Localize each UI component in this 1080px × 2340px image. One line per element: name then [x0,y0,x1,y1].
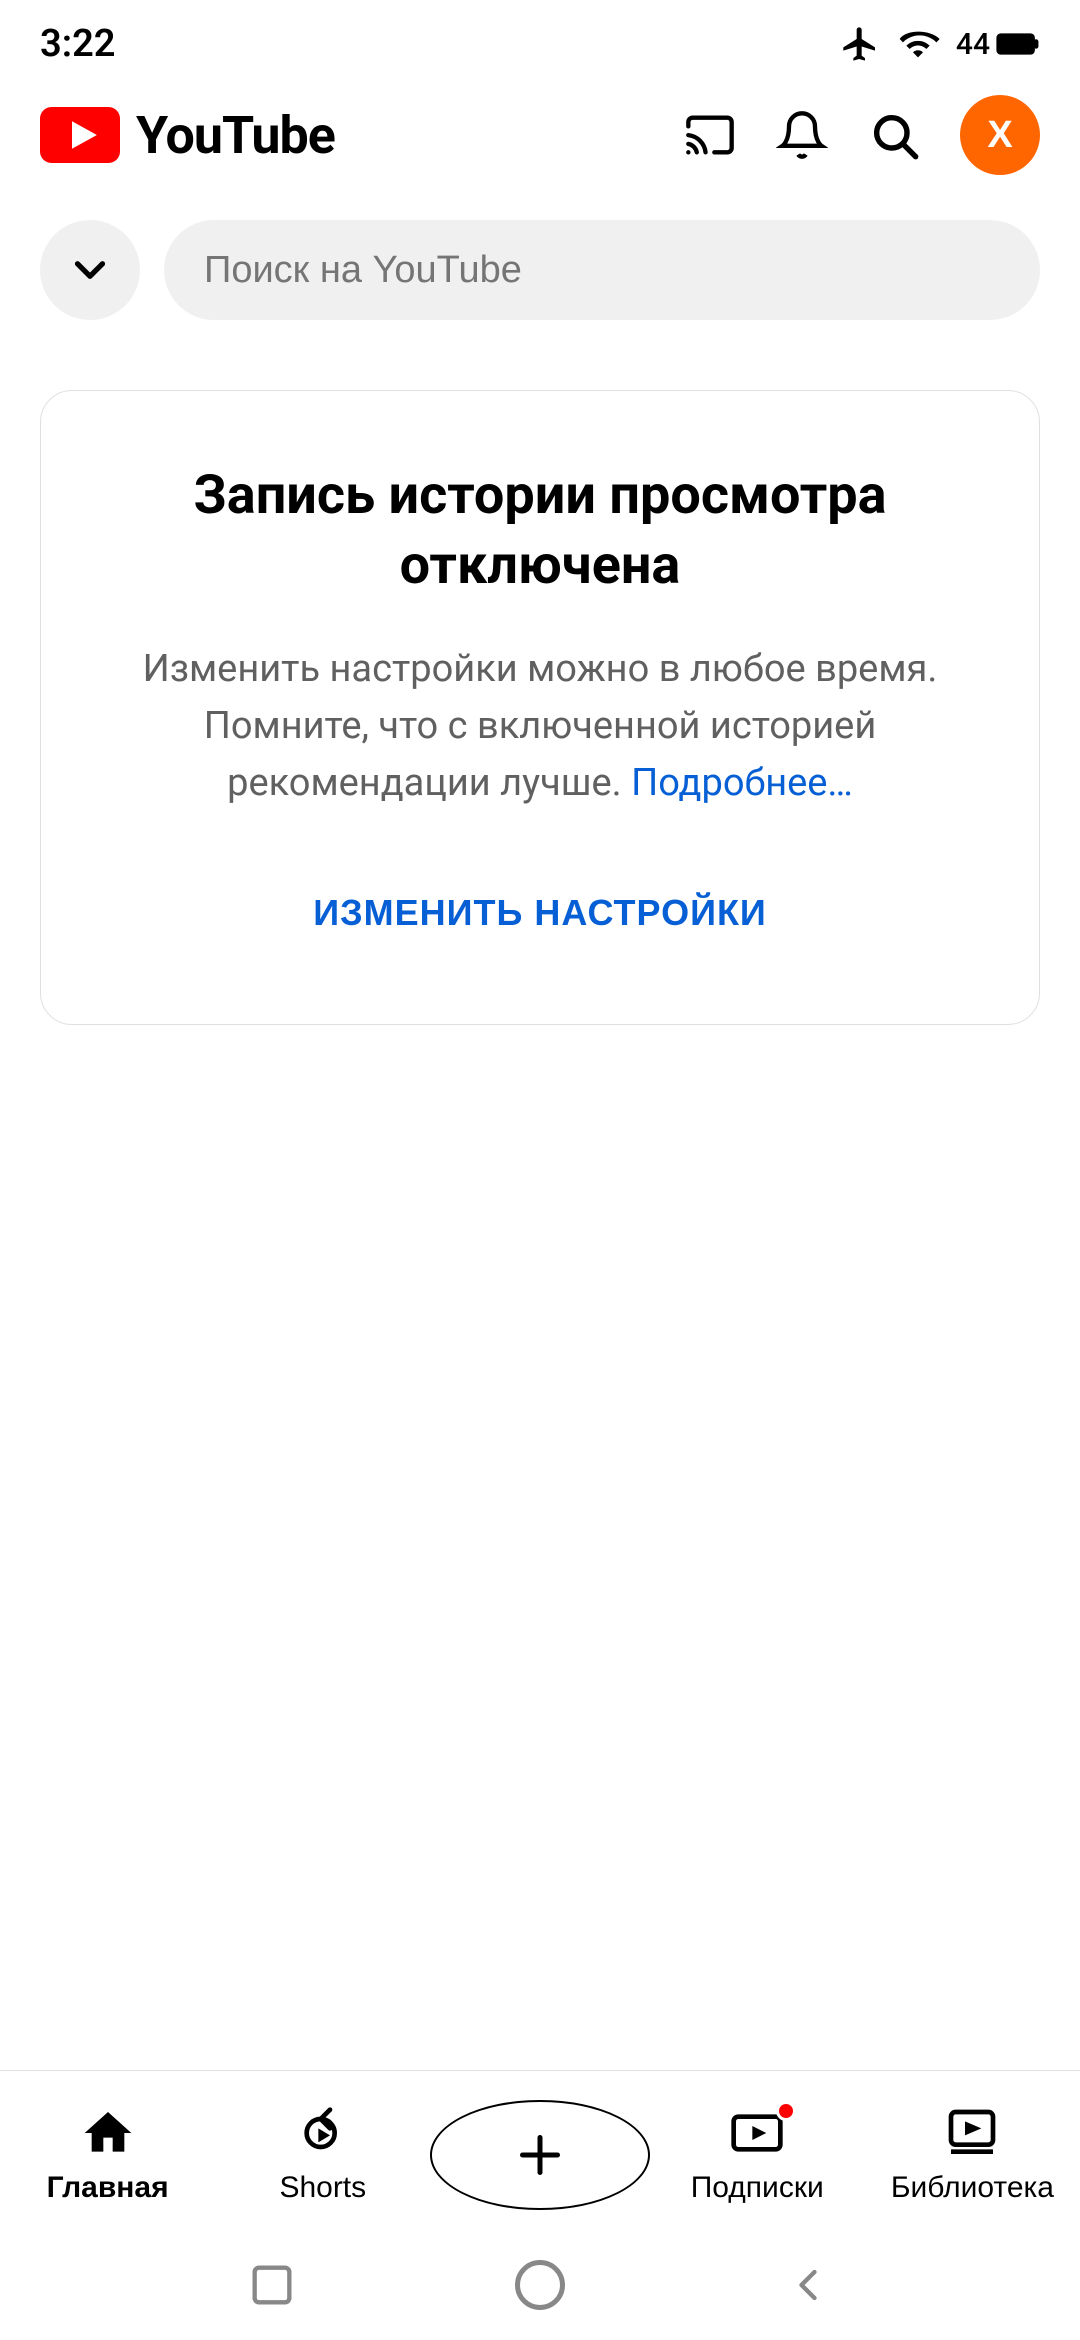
bell-icon [776,109,828,161]
search-button[interactable] [868,109,920,161]
nav-icons: X [684,95,1040,175]
home-icon-container [73,2105,143,2161]
status-time: 3:22 [40,22,115,66]
search-input[interactable] [204,249,1000,292]
circle-icon [510,2255,570,2315]
subscriptions-icon-container [722,2105,792,2161]
search-area [0,190,1080,350]
system-nav [0,2230,1080,2340]
notifications-button[interactable] [776,109,828,161]
home-label: Главная [47,2171,169,2205]
plus-icon [510,2125,570,2185]
nav-item-shorts[interactable]: Shorts [215,2105,430,2205]
nav-item-subscriptions[interactable]: Подписки [650,2105,865,2205]
battery-level: 44 [956,27,990,62]
chevron-down-icon [65,245,115,295]
cast-icon [684,109,736,161]
card-title: Запись истории просмотра отключена [101,461,979,601]
subscriptions-badge [776,2101,796,2121]
nav-item-home[interactable]: Главная [0,2105,215,2205]
battery-icon [996,29,1040,59]
status-icons: 44 [840,24,1040,64]
create-button[interactable] [430,2100,649,2210]
youtube-logo-text: YouTube [136,105,335,166]
status-bar: 3:22 44 [0,0,1080,80]
recent-apps-button[interactable] [246,2259,298,2311]
airplane-icon [840,24,880,64]
youtube-logo-icon [40,107,120,163]
nav-item-library[interactable]: Библиотека [865,2105,1080,2205]
cast-button[interactable] [684,109,736,161]
battery-indicator: 44 [956,27,1040,62]
system-home-button[interactable] [510,2255,570,2315]
shorts-icon-container [288,2105,358,2161]
card-description: Изменить настройки можно в любое время. … [101,641,979,812]
shorts-icon [295,2105,351,2161]
change-settings-button[interactable]: ИЗМЕНИТЬ НАСТРОЙКИ [101,872,979,954]
wifi-icon [896,24,940,64]
back-button[interactable] [782,2259,834,2311]
main-content: Запись истории просмотра отключена Измен… [0,350,1080,1065]
library-label: Библиотека [891,2171,1054,2205]
avatar-letter: X [987,114,1012,157]
search-icon [868,109,920,161]
learn-more-link[interactable]: Подробнее… [631,761,853,805]
search-input-wrapper[interactable] [164,220,1040,320]
bottom-nav: Главная Shorts Подписки [0,2070,1080,2230]
logo-area: YouTube [40,105,335,166]
home-icon [80,2105,136,2161]
library-icon-container [937,2105,1007,2161]
back-icon [782,2259,834,2311]
navbar: YouTube X [0,80,1080,190]
square-icon [246,2259,298,2311]
account-button[interactable]: X [960,95,1040,175]
collapse-button[interactable] [40,220,140,320]
info-card: Запись истории просмотра отключена Измен… [40,390,1040,1025]
subscriptions-label: Подписки [691,2171,824,2205]
library-icon [944,2105,1000,2161]
shorts-label: Shorts [279,2171,366,2205]
